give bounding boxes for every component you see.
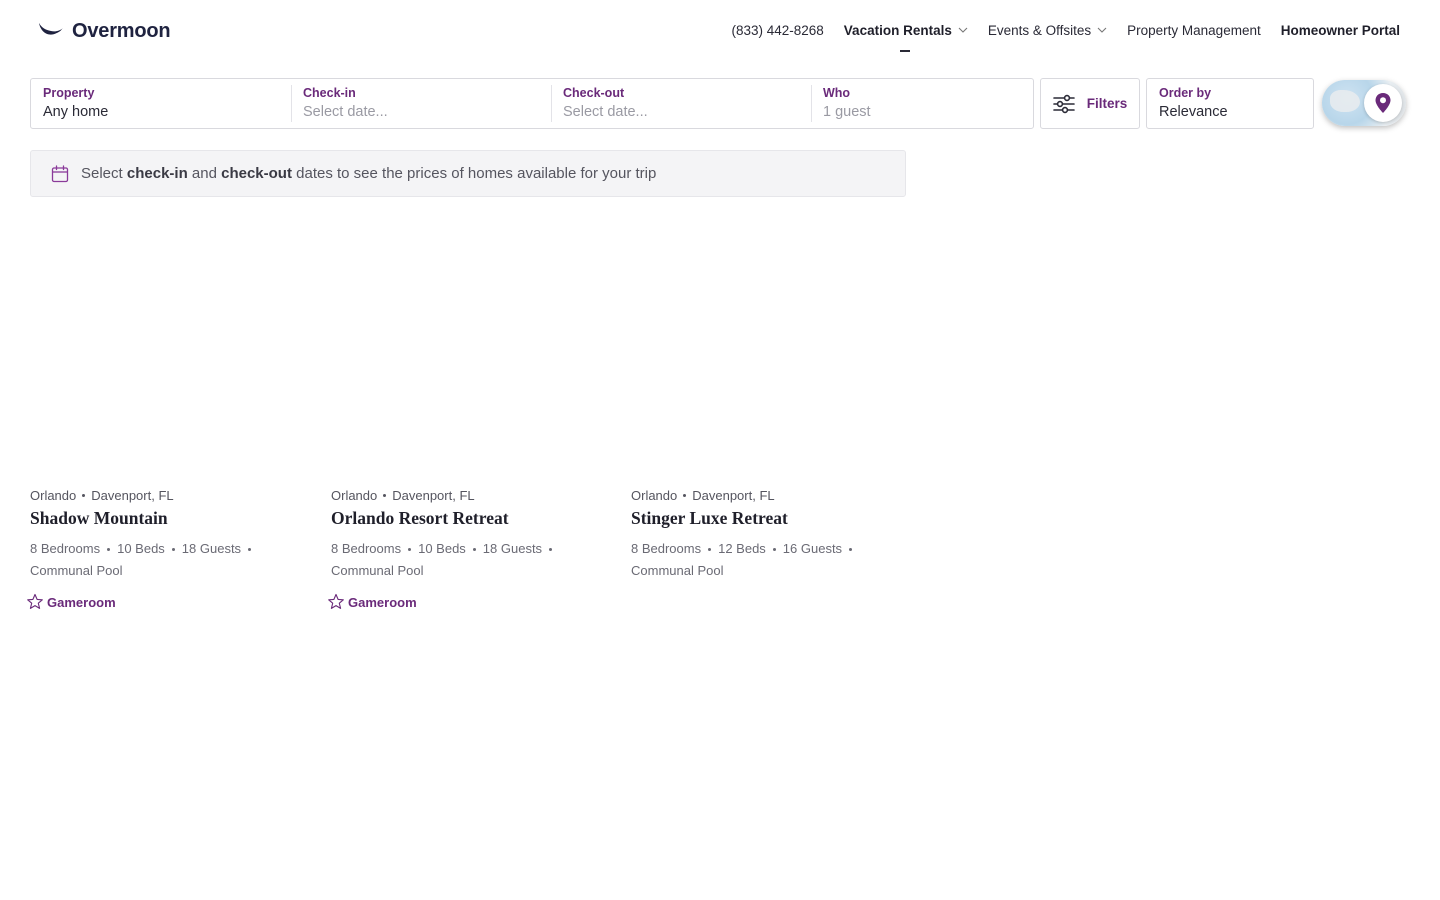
- filters-label: Filters: [1086, 96, 1128, 111]
- amenity-label: Gameroom: [47, 594, 116, 610]
- filters-button[interactable]: Filters: [1040, 78, 1140, 129]
- listing-specs: 8 Bedrooms 12 Beds 16 Guests Communal Pool: [631, 538, 911, 582]
- checkout-placeholder: Select date...: [563, 104, 648, 120]
- separator-dot: [849, 548, 853, 552]
- listing-card[interactable]: Orlando Davenport, FL Stinger Luxe Retre…: [631, 488, 911, 582]
- listing-bedrooms: 8 Bedrooms: [30, 541, 101, 556]
- listing-location: Orlando Davenport, FL: [30, 488, 310, 503]
- guests-placeholder: 1 guest: [823, 104, 871, 120]
- hint-checkout: check-out: [221, 165, 292, 182]
- separator-dot: [772, 548, 776, 552]
- active-nav-indicator: [899, 49, 910, 52]
- separator-dot: [171, 548, 175, 552]
- separator-dot: [549, 548, 553, 552]
- nav-vacation-rentals[interactable]: Vacation Rentals: [843, 22, 968, 52]
- listing-location: Orlando Davenport, FL: [331, 488, 611, 503]
- hint-checkin: check-in: [126, 165, 188, 182]
- guests-label: Who: [823, 86, 851, 100]
- listing-feature: Communal Pool: [30, 563, 123, 578]
- hint-prefix: Select: [81, 165, 123, 182]
- guests-field[interactable]: Who 1 guest: [811, 79, 1033, 128]
- star-icon: [328, 593, 344, 609]
- calendar-icon: [51, 164, 69, 182]
- site-header: Overmoon (833) 442-8268 Vacation Rentals…: [0, 0, 1440, 60]
- listing-bedrooms: 8 Bedrooms: [631, 541, 702, 556]
- listing-guests: 18 Guests: [181, 541, 242, 556]
- property-label: Property: [43, 86, 95, 100]
- listing-area: Davenport, FL: [692, 488, 775, 503]
- nav-homeowner-portal[interactable]: Homeowner Portal: [1281, 23, 1400, 38]
- separator-dot: [107, 548, 111, 552]
- checkin-placeholder: Select date...: [303, 104, 388, 120]
- hint-and: and: [191, 165, 217, 182]
- chevron-down-icon: [1097, 27, 1107, 33]
- separator-dot: [472, 548, 476, 552]
- listing-city: Orlando: [631, 488, 678, 503]
- checkin-field[interactable]: Check-in Select date...: [291, 79, 551, 128]
- listing-card[interactable]: Orlando Davenport, FL Orlando Resort Ret…: [328, 488, 611, 611]
- listing-area: Davenport, FL: [91, 488, 174, 503]
- listing-card[interactable]: Orlando Davenport, FL Shadow Mountain 8 …: [27, 488, 310, 611]
- star-icon: [27, 593, 43, 609]
- listing-beds: 10 Beds: [418, 541, 466, 556]
- listing-feature: Communal Pool: [631, 563, 724, 578]
- listing-title[interactable]: Stinger Luxe Retreat: [631, 508, 911, 529]
- map-toggle-knob: [1364, 84, 1402, 122]
- listing-area: Davenport, FL: [392, 488, 475, 503]
- listing-title[interactable]: Shadow Mountain: [30, 508, 310, 529]
- map-pin-icon: [1375, 93, 1391, 113]
- order-by-value: Relevance: [1159, 104, 1228, 120]
- listing-city: Orlando: [331, 488, 378, 503]
- listing-specs: 8 Bedrooms 10 Beds 18 Guests Communal Pool: [30, 538, 310, 582]
- filter-sliders-icon: [1052, 94, 1075, 113]
- separator-dot: [683, 494, 687, 497]
- listing-guests: 18 Guests: [482, 541, 543, 556]
- listing-beds: 10 Beds: [117, 541, 165, 556]
- checkout-label: Check-out: [563, 86, 625, 100]
- listing-beds: 12 Beds: [718, 541, 766, 556]
- checkout-field[interactable]: Check-out Select date...: [551, 79, 811, 128]
- nav-vacation-rentals-label: Vacation Rentals: [843, 22, 952, 38]
- amenity-label: Gameroom: [348, 594, 417, 610]
- listing-guests: 16 Guests: [782, 541, 843, 556]
- listing-bedrooms: 8 Bedrooms: [331, 541, 402, 556]
- listing-specs: 8 Bedrooms 10 Beds 18 Guests Communal Pool: [331, 538, 611, 582]
- date-hint-banner: Select check-in and check-out dates to s…: [30, 150, 906, 197]
- separator-dot: [408, 548, 412, 552]
- moon-logo-icon: [39, 23, 63, 35]
- brand-logo[interactable]: Overmoon: [38, 18, 171, 44]
- search-bar: Property Any home Check-in Select date..…: [30, 78, 1034, 129]
- listing-location: Orlando Davenport, FL: [631, 488, 911, 503]
- map-view-toggle[interactable]: [1322, 80, 1406, 126]
- property-field[interactable]: Property Any home: [31, 79, 291, 128]
- listing-amenity: Gameroom: [26, 593, 310, 611]
- order-by-select[interactable]: Order by Relevance: [1146, 78, 1314, 129]
- listing-feature: Communal Pool: [331, 563, 424, 578]
- nav-events-offsites[interactable]: Events & Offsites: [988, 23, 1107, 38]
- listing-city: Orlando: [30, 488, 77, 503]
- checkin-label: Check-in: [303, 86, 356, 100]
- nav-events-offsites-label: Events & Offsites: [987, 22, 1092, 38]
- hint-suffix: dates to see the prices of homes availab…: [296, 165, 657, 182]
- listing-amenity: Gameroom: [327, 593, 611, 611]
- separator-dot: [248, 548, 252, 552]
- phone-link[interactable]: (833) 442-8268: [731, 23, 823, 38]
- order-by-label: Order by: [1159, 86, 1212, 100]
- property-value: Any home: [43, 104, 109, 120]
- date-hint-text: Select check-in and check-out dates to s…: [81, 165, 656, 182]
- listing-title[interactable]: Orlando Resort Retreat: [331, 508, 611, 529]
- chevron-down-icon: [958, 27, 968, 33]
- nav-property-management[interactable]: Property Management: [1127, 23, 1261, 38]
- map-thumbnail: [1330, 90, 1360, 112]
- separator-dot: [82, 494, 86, 497]
- separator-dot: [708, 548, 712, 552]
- brand-name: Overmoon: [72, 19, 171, 42]
- main-nav: (833) 442-8268 Vacation Rentals Events &…: [731, 19, 1400, 52]
- separator-dot: [383, 494, 387, 497]
